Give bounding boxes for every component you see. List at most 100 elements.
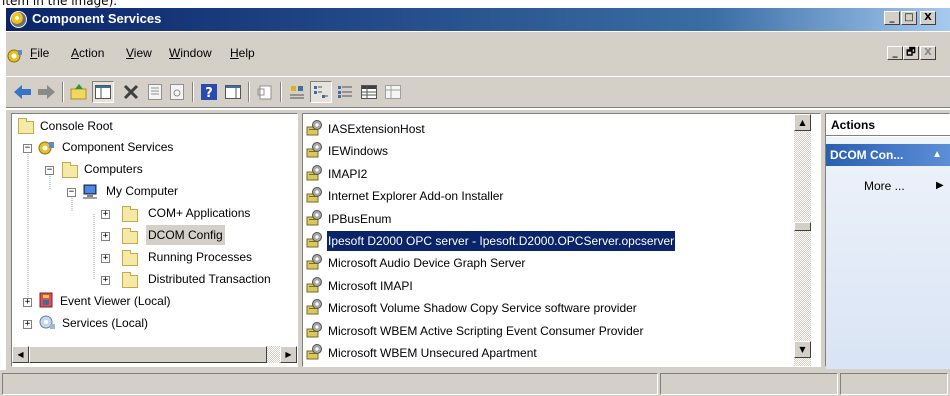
list-item[interactable]: Microsoft Audio Device Graph Server: [327, 253, 526, 273]
dcom-app-icon: [306, 276, 322, 293]
dcom-app-icon: [306, 120, 322, 136]
actions-section-title[interactable]: DCOM Con... ▲: [826, 144, 950, 166]
status-panel-2: [660, 373, 838, 395]
list-item[interactable]: Internet Explorer Add-on Installer: [327, 186, 504, 206]
collapse-toggle[interactable]: −: [67, 188, 76, 197]
details-view-icon[interactable]: [358, 81, 380, 103]
folder-icon: [18, 118, 34, 134]
new-window-icon[interactable]: [254, 81, 276, 103]
tree-item-dcom-config[interactable]: DCOM Config: [146, 225, 225, 245]
tree-item-computers[interactable]: Computers: [84, 159, 143, 179]
computer-icon: [83, 184, 97, 199]
toolbar-separator: [62, 82, 64, 102]
dcom-app-icon: [306, 164, 322, 181]
list-view-icon[interactable]: [334, 81, 356, 103]
dcom-app-icon: [306, 344, 322, 360]
list-item[interactable]: IMAPI2: [327, 164, 368, 184]
svg-text:?: ?: [205, 86, 213, 100]
collapse-up-icon[interactable]: ▲: [932, 144, 942, 166]
expand-toggle[interactable]: +: [23, 298, 32, 307]
window-title: Component Services: [32, 11, 162, 26]
child-minimize-button[interactable]: _: [887, 46, 903, 60]
expand-toggle[interactable]: +: [101, 276, 110, 285]
tree-item-running-processes[interactable]: Running Processes: [148, 247, 252, 267]
collapse-toggle[interactable]: −: [23, 144, 32, 153]
tree-item-component-services[interactable]: Component Services: [62, 137, 173, 157]
tree-item-my-computer[interactable]: My Computer: [106, 181, 178, 201]
list-item[interactable]: Microsoft WBEM Active Scripting Event Co…: [327, 321, 644, 341]
list-item[interactable]: Microsoft WBEM Unsecured Apartment: [327, 343, 538, 363]
title-bar[interactable]: Component Services _ □ X: [6, 8, 950, 31]
back-icon[interactable]: [12, 81, 34, 103]
help-icon[interactable]: ?: [198, 81, 220, 103]
dcom-app-icon: [306, 142, 322, 158]
scroll-left-button[interactable]: ◀: [12, 346, 29, 363]
folder-icon: [62, 162, 78, 178]
dcom-app-icon: [306, 321, 322, 338]
list-scroll-thumb[interactable]: [794, 222, 811, 231]
toolbar-separator: [192, 82, 194, 102]
tree-item-com-applications[interactable]: COM+ Applications: [148, 203, 250, 223]
tree-item-event-viewer[interactable]: Event Viewer (Local): [60, 291, 171, 311]
folder-icon: [122, 250, 138, 266]
menu-action[interactable]: Action: [71, 46, 104, 60]
expand-toggle[interactable]: +: [101, 254, 110, 263]
dcom-app-icon: [306, 232, 322, 248]
forward-icon[interactable]: [36, 81, 58, 103]
actions-more-link[interactable]: More ... ▶: [864, 179, 944, 193]
small-icons-icon[interactable]: [310, 81, 332, 103]
dcom-app-icon: [306, 209, 322, 226]
list-item[interactable]: IPBusEnum: [327, 209, 392, 229]
menu-view[interactable]: View: [126, 46, 152, 60]
actions-more-label: More ...: [864, 179, 905, 193]
dcom-app-icon: [306, 299, 322, 315]
list-item[interactable]: Microsoft Volume Shadow Copy Service sof…: [327, 298, 638, 318]
list-item[interactable]: Microsoft IMAPI: [327, 276, 414, 296]
expand-toggle[interactable]: +: [101, 232, 110, 241]
toolbar-separator: [280, 82, 282, 102]
services-icon: [39, 315, 55, 329]
actions-header: Actions: [826, 114, 950, 136]
dcom-app-icon: [306, 187, 322, 203]
child-restore-button[interactable]: 🗗: [903, 46, 919, 60]
expand-toggle[interactable]: +: [23, 320, 32, 329]
delete-icon[interactable]: [120, 81, 142, 103]
actions-section-label: DCOM Con...: [830, 148, 904, 162]
component-services-icon: [10, 11, 27, 28]
list-item[interactable]: IASExtensionHost: [327, 119, 426, 139]
minimize-button[interactable]: _: [884, 11, 900, 25]
tree-item-services[interactable]: Services (Local): [62, 313, 148, 333]
large-icons-icon[interactable]: [286, 81, 308, 103]
scroll-down-button[interactable]: ▼: [794, 341, 811, 358]
expand-toggle[interactable]: +: [101, 210, 110, 219]
component-services-icon: [38, 141, 54, 155]
configure-icon[interactable]: [382, 81, 404, 103]
tree-item-console-root[interactable]: Console Root: [40, 116, 113, 136]
up-folder-icon[interactable]: [68, 81, 90, 103]
menu-help[interactable]: Help: [230, 46, 255, 60]
child-close-button[interactable]: X: [920, 46, 936, 60]
menu-file[interactable]: File: [30, 46, 49, 60]
show-hide-action-pane-icon[interactable]: [222, 81, 244, 103]
collapse-toggle[interactable]: −: [45, 166, 54, 175]
refresh-icon[interactable]: [166, 81, 188, 103]
event-viewer-icon: [39, 292, 53, 308]
list-vertical-scrollbar[interactable]: [794, 114, 811, 366]
folder-icon: [122, 228, 138, 244]
tree-item-distributed-transaction[interactable]: Distributed Transaction: [148, 269, 296, 289]
list-item[interactable]: IEWindows: [327, 141, 389, 161]
folder-icon: [122, 206, 138, 222]
maximize-button[interactable]: □: [901, 11, 917, 25]
properties-icon[interactable]: [144, 81, 166, 103]
console-menu-icon[interactable]: [7, 48, 23, 64]
list-item-selected[interactable]: Ipesoft D2000 OPC server - Ipesoft.D2000…: [325, 230, 677, 252]
show-hide-tree-icon[interactable]: [92, 81, 114, 103]
dcom-app-icon: [306, 254, 322, 270]
actions-section-bg: [826, 137, 950, 369]
tree-horizontal-scroll-thumb[interactable]: [29, 346, 267, 363]
scroll-up-button[interactable]: ▲: [794, 114, 811, 131]
scroll-right-button[interactable]: ▶: [280, 346, 297, 363]
menu-window[interactable]: Window: [169, 46, 212, 60]
close-button[interactable]: X: [920, 11, 936, 25]
cropped-caption-text: item in the image).: [2, 0, 118, 8]
